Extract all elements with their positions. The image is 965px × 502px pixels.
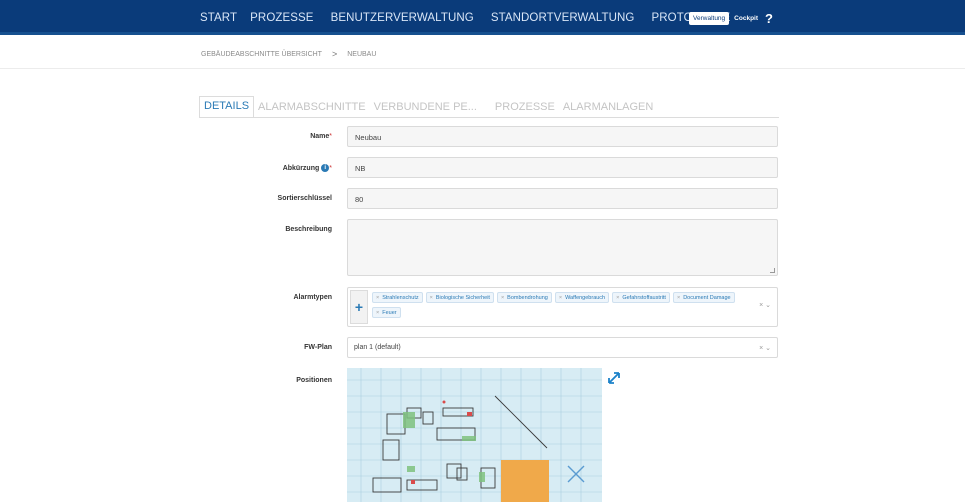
tab-details[interactable]: DETAILS [199, 96, 255, 118]
abkuerzung-label-text: Abkürzung [282, 164, 320, 172]
chip-remove-icon[interactable]: × [376, 310, 379, 316]
alarmtypen-controls: × ⌄ [759, 301, 771, 309]
chip-remove-icon[interactable]: × [677, 295, 680, 301]
chevron-down-icon[interactable]: ⌄ [765, 345, 771, 352]
chip-remove-icon[interactable]: × [501, 295, 504, 301]
tab-alarmanlagen[interactable]: ALARMANLAGEN [559, 98, 657, 118]
chip-remove-icon[interactable]: × [559, 295, 562, 301]
beschreibung-label: Beschreibung [285, 226, 332, 233]
sortierschluessel-label: Sortierschlüssel [277, 195, 332, 202]
breadcrumb-parent[interactable]: GEBÄUDEABSCHNITTE ÜBERSICHT [201, 51, 322, 58]
chip-alarmtyp[interactable]: × Gefahrstoffaustritt [612, 292, 670, 303]
verwaltung-button[interactable]: Verwaltung [689, 11, 730, 25]
top-navbar: START PROZESSE BENUTZERVERWALTUNG STANDO… [0, 0, 965, 35]
beschreibung-textarea[interactable] [347, 219, 778, 276]
required-mark: * [329, 133, 332, 140]
cockpit-button[interactable]: Cockpit [734, 15, 758, 22]
chip-alarmtyp[interactable]: × Feuer [372, 307, 401, 318]
tabs-divider [199, 117, 779, 118]
chip-alarmtyp[interactable]: × Strahlenschutz [372, 292, 423, 303]
close-icon[interactable]: × [759, 345, 763, 352]
chip-label: Biologische Sicherheit [435, 294, 490, 301]
chip-label: Gefahrstoffaustritt [622, 294, 666, 301]
positionen-label: Positionen [296, 377, 332, 384]
sortierschluessel-field[interactable]: 80 [347, 188, 778, 209]
help-icon[interactable]: ? [765, 11, 773, 26]
main-nav: START PROZESSE BENUTZERVERWALTUNG STANDO… [200, 0, 747, 35]
breadcrumb-current: NEUBAU [347, 50, 377, 58]
fw-plan-controls: × ⌄ [759, 344, 771, 352]
chip-remove-icon[interactable]: × [430, 295, 433, 301]
fw-plan-value: plan 1 (default) [354, 344, 401, 351]
close-icon[interactable]: × [759, 302, 763, 309]
mode-switch: Verwaltung Cockpit ? [689, 11, 773, 26]
nav-standortverwaltung[interactable]: STANDORTVERWALTUNG [491, 12, 635, 24]
fw-plan-select[interactable]: plan 1 (default) × ⌄ [347, 337, 778, 358]
tab-verbundene-personen[interactable]: VERBUNDENE PE... [370, 98, 481, 118]
chip-label: Waffengebrauch [565, 294, 606, 301]
plus-icon[interactable]: + [350, 290, 368, 324]
floor-plan-map[interactable] [347, 368, 602, 502]
name-field[interactable]: Neubau [347, 126, 778, 147]
divider [0, 68, 965, 69]
chip-remove-icon[interactable]: × [376, 295, 379, 301]
tab-prozesse[interactable]: PROZESSE [491, 98, 559, 118]
abkuerzung-field[interactable]: NB [347, 157, 778, 178]
alarmtypen-chips: × Strahlenschutz × Biologische Sicherheit … [372, 292, 752, 322]
nav-start[interactable]: START [200, 12, 237, 24]
chip-alarmtyp[interactable]: × Biologische Sicherheit [425, 292, 494, 303]
tab-alarmabschnitte[interactable]: ALARMABSCHNITTE [254, 98, 370, 118]
name-label-text: Name [310, 133, 330, 140]
chevron-down-icon[interactable]: ⌄ [765, 302, 771, 309]
expand-icon[interactable] [607, 371, 621, 388]
chip-remove-icon[interactable]: × [616, 295, 619, 301]
breadcrumb: GEBÄUDEABSCHNITTE ÜBERSICHT > NEUBAU [201, 49, 376, 59]
nav-benutzerverwaltung[interactable]: BENUTZERVERWALTUNG [331, 12, 474, 24]
name-label: Name* [212, 133, 332, 140]
required-mark: * [329, 164, 332, 172]
expand-icon-svg [608, 372, 620, 384]
tab-bar: DETAILS ALARMABSCHNITTE VERBUNDENE PE...… [199, 96, 657, 118]
nav-prozesse[interactable]: PROZESSE [250, 12, 313, 24]
fw-plan-label: FW-Plan [304, 344, 332, 351]
resize-handle[interactable] [770, 268, 775, 273]
highlighted-section[interactable] [501, 460, 549, 502]
chip-alarmtyp[interactable]: × Bombendrohung [496, 292, 552, 303]
chip-alarmtyp[interactable]: × Waffengebrauch [554, 292, 610, 303]
chip-label: Strahlenschutz [382, 294, 419, 301]
alarmtypen-label: Alarmtypen [293, 294, 332, 301]
chip-label: Feuer [382, 309, 397, 316]
chip-label: Document Damage [683, 294, 731, 301]
floor-plan-drawing [347, 368, 602, 502]
abkuerzung-label: Abkürzung i * [212, 164, 332, 172]
alarmtypen-multiselect[interactable]: + × Strahlenschutz × Biologische Sicherhei… [347, 287, 778, 327]
chip-alarmtyp[interactable]: × Document Damage [672, 292, 735, 303]
chip-label: Bombendrohung [507, 294, 548, 301]
breadcrumb-separator: > [331, 49, 338, 59]
